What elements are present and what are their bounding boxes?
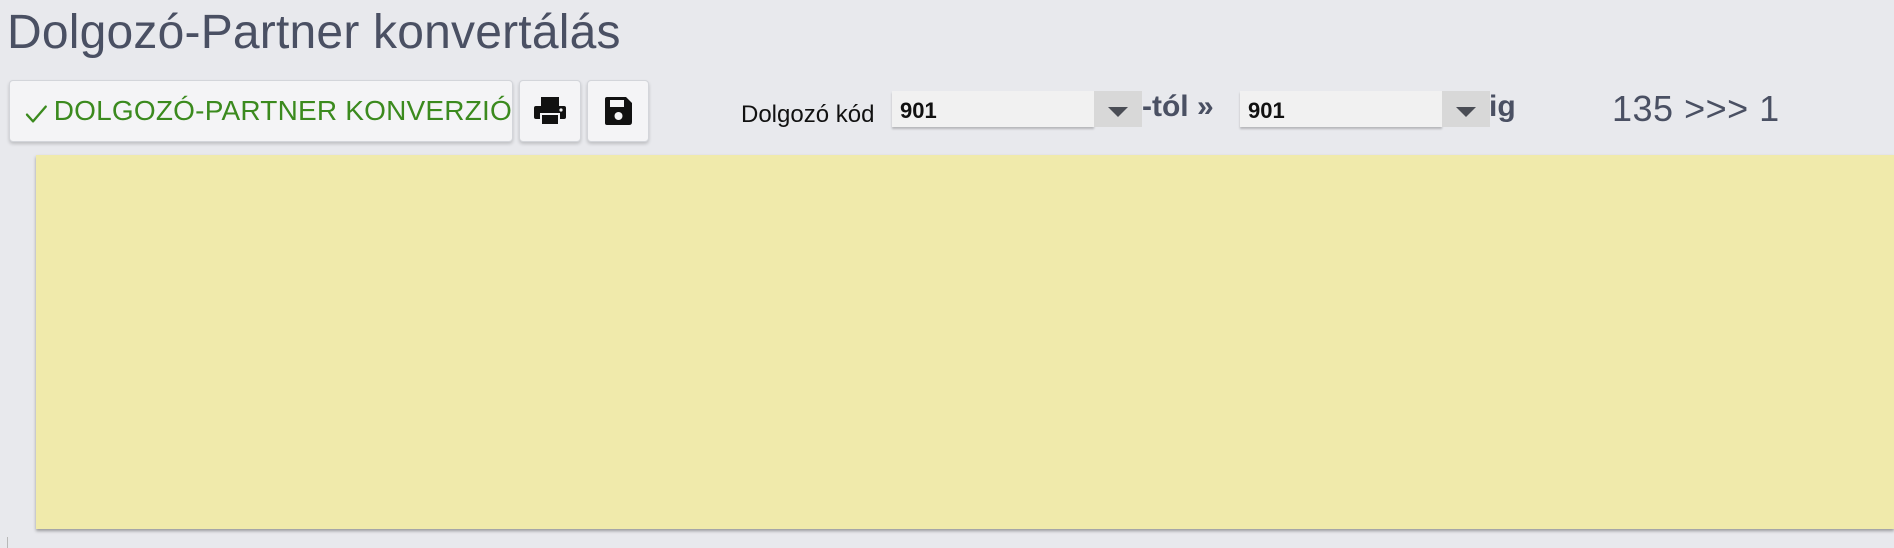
result-panel (36, 155, 1894, 529)
employee-code-to-input[interactable] (1240, 91, 1442, 127)
from-suffix: -tól » (1142, 90, 1214, 123)
employee-code-label: Dolgozó kód (741, 101, 875, 128)
divider (7, 537, 8, 548)
page-title: Dolgozó-Partner konvertálás (7, 6, 621, 59)
employee-code-from-dropdown-button[interactable] (1094, 91, 1142, 127)
chevron-down-icon (1456, 107, 1476, 117)
save-button[interactable] (587, 80, 649, 142)
to-suffix: ig (1489, 90, 1516, 123)
chevron-down-icon (1108, 107, 1128, 117)
print-button[interactable] (519, 80, 581, 142)
employee-code-from-input[interactable] (892, 91, 1094, 127)
convert-button[interactable]: DOLGOZÓ-PARTNER KONVERZIÓ (9, 80, 513, 142)
employee-code-to-dropdown-button[interactable] (1442, 91, 1490, 127)
printer-icon (534, 97, 566, 126)
record-counter: 135 >>> 1 (1612, 88, 1780, 129)
check-icon (25, 105, 47, 123)
convert-button-label: DOLGOZÓ-PARTNER KONVERZIÓ (53, 95, 512, 126)
floppy-disk-icon (605, 97, 632, 125)
employee-code-to-combo[interactable] (1240, 91, 1490, 129)
employee-code-from-combo[interactable] (892, 91, 1142, 129)
